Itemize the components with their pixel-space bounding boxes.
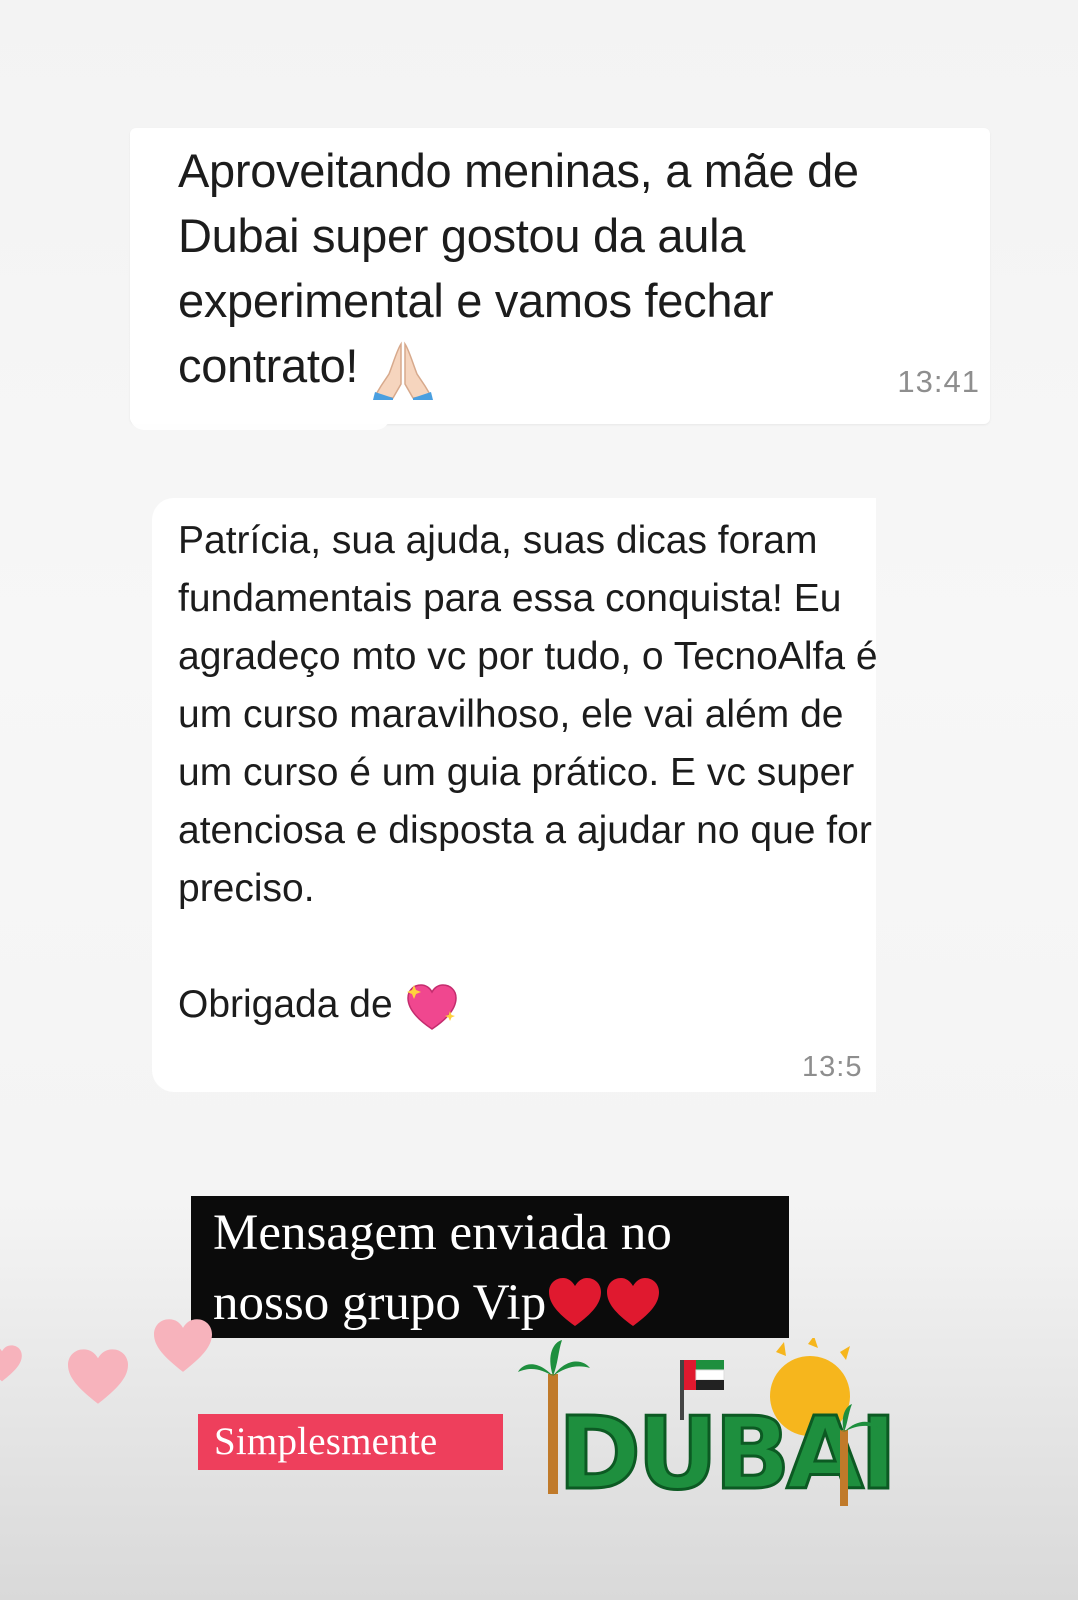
message-timestamp: 13:41 [897, 364, 980, 399]
folded-hands-icon [372, 341, 433, 400]
story-caption: Mensagem enviada no nosso grupo Vip [191, 1196, 789, 1338]
simplesmente-label: Simplesmente [198, 1414, 503, 1470]
sparkling-heart-icon [406, 983, 457, 1030]
message-body: Patrícia, sua ajuda, suas dicas foram fu… [178, 519, 876, 910]
message-body: Aproveitando meninas, a mãe de Dubai sup… [178, 144, 859, 392]
pink-heart-icon [68, 1349, 128, 1404]
message-bubble[interactable]: Aproveitando meninas, a mãe de Dubai sup… [130, 128, 990, 424]
caption-line-2: nosso grupo Vip [213, 1268, 789, 1338]
message-bubble[interactable]: Patrícia, sua ajuda, suas dicas foram fu… [152, 498, 876, 1092]
caption-line-1: Mensagem enviada no [213, 1205, 672, 1261]
message-text: Patrícia, sua ajuda, suas dicas foram fu… [178, 512, 876, 1034]
message-timestamp: 13:5 [802, 1051, 863, 1083]
message-text: Aproveitando meninas, a mãe de Dubai sup… [178, 138, 938, 400]
pink-heart-icon [0, 1345, 22, 1382]
pink-heart-icon [154, 1319, 212, 1372]
dubai-sticker: DUBAI [518, 1338, 899, 1514]
red-heart-icon [607, 1278, 660, 1327]
red-heart-icon [549, 1278, 602, 1327]
quoted-message-edge [130, 416, 390, 430]
message-closing: Obrigada de [178, 983, 393, 1026]
